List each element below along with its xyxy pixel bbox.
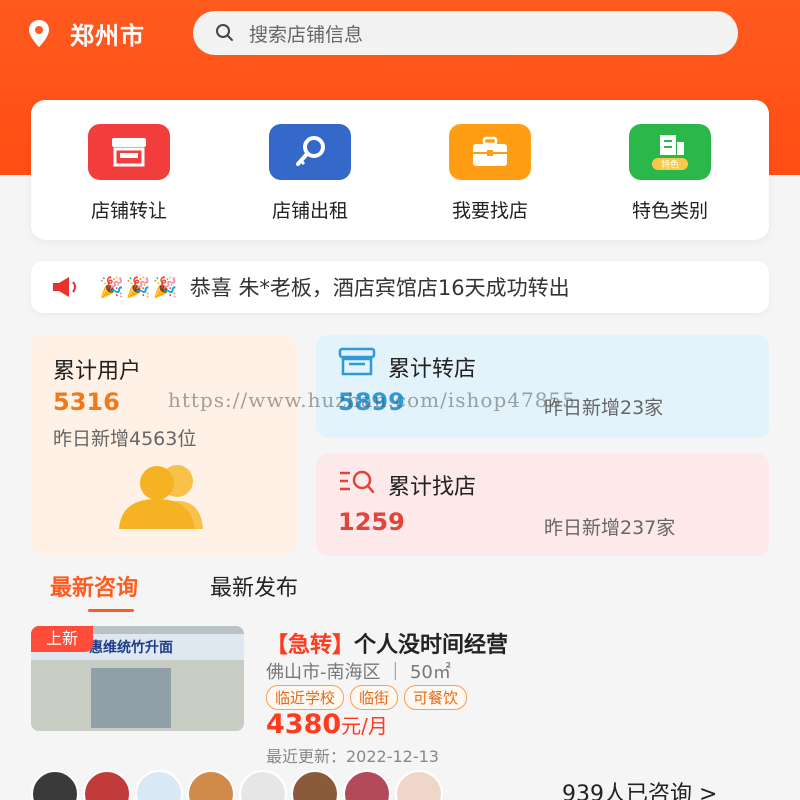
avatar (31, 770, 79, 800)
avatar (187, 770, 235, 800)
location-pin-icon (29, 19, 49, 47)
avatar (343, 770, 391, 800)
feed-tabs: 最新咨询 最新发布 (0, 566, 800, 616)
top-bar: 郑州市 搜索店铺信息 (0, 0, 800, 70)
menu-special-category[interactable]: 特色 特色类别 (580, 100, 760, 240)
store-outline-icon (338, 347, 376, 376)
listing-location: 佛山市-南海区 ｜ 50㎡ (266, 662, 451, 683)
menu-label: 店铺转让 (90, 200, 167, 222)
menu-find-store[interactable]: 我要找店 (400, 100, 580, 240)
briefcase-icon (449, 124, 531, 180)
stat-sub: 昨日新增237家 (544, 517, 676, 539)
avatar (83, 770, 131, 800)
consultant-avatars (31, 770, 447, 800)
avatar (135, 770, 183, 800)
tab-latest-posts[interactable]: 最新发布 (210, 570, 298, 602)
building-icon: 特色 (629, 124, 711, 180)
avatar (239, 770, 287, 800)
party-popper-icon: 🎉🎉🎉 (99, 275, 180, 299)
listing-title: 【急转】个人没时间经营 (266, 627, 508, 659)
search-icon (216, 24, 233, 41)
price-value: 4380 (266, 709, 342, 740)
menu-store-rent[interactable]: 店铺出租 (220, 100, 400, 240)
tag-chip: 临街 (350, 685, 399, 710)
search-list-icon (340, 470, 375, 494)
consult-count-link[interactable]: 939人已咨询 > (562, 776, 717, 800)
city-name: 郑州市 (70, 22, 145, 50)
search-placeholder: 搜索店铺信息 (249, 23, 364, 46)
store-icon (88, 124, 170, 180)
menu-label: 特色类别 (631, 200, 708, 222)
stat-title: 累计用户 (53, 359, 142, 384)
tab-latest-inquiry[interactable]: 最新咨询 (50, 570, 138, 612)
announcement-text: 恭喜 朱*老板，酒店宾馆店16天成功转出 (189, 276, 570, 300)
key-icon (269, 124, 351, 180)
new-badge: 上新 (31, 626, 93, 652)
urgent-tag: 【急转】 (266, 633, 355, 658)
menu-store-transfer[interactable]: 店铺转让 (39, 100, 219, 240)
stat-total-transfer[interactable]: 累计转店 5899 昨日新增23家 (316, 335, 769, 438)
watermark: https://www.huzhan.com/ishop47855 (168, 388, 576, 412)
stat-title: 累计找店 (388, 475, 477, 500)
avatar (291, 770, 339, 800)
price-unit: 元/月 (341, 714, 388, 738)
stat-title: 累计转店 (388, 357, 477, 382)
listing-title-text: 个人没时间经营 (354, 633, 509, 658)
listing-updated: 最近更新：2022-12-13 (266, 747, 439, 766)
search-input[interactable]: 搜索店铺信息 (193, 11, 738, 55)
stat-value: 5316 (53, 388, 120, 416)
special-badge-text: 特色 (661, 159, 679, 171)
stat-sub: 昨日新增4563位 (53, 428, 197, 450)
tag-chip: 可餐饮 (404, 685, 468, 710)
menu-label: 店铺出租 (271, 200, 348, 222)
listing-card[interactable]: 惠维统竹升面 上新 【急转】个人没时间经营 佛山市-南海区 ｜ 50㎡ 临近学校… (0, 620, 800, 770)
stat-total-users[interactable]: 累计用户 5316 昨日新增4563位 (31, 335, 297, 555)
stat-value: 1259 (338, 508, 405, 536)
menu-label: 我要找店 (451, 200, 528, 222)
quick-menu: 店铺转让 店铺出租 我要找店 特色 特色类别 (31, 100, 769, 240)
avatar (395, 770, 443, 800)
tag-chip: 临近学校 (266, 685, 345, 710)
megaphone-icon (53, 277, 76, 297)
users-icon (119, 465, 203, 529)
city-selector[interactable]: 郑州市 (26, 16, 145, 51)
listing-tags: 临近学校 临街 可餐饮 (266, 685, 473, 710)
listing-price: 4380元/月 (266, 709, 388, 740)
announcement-bar[interactable]: 🎉🎉🎉 恭喜 朱*老板，酒店宾馆店16天成功转出 (31, 261, 769, 313)
stat-total-find[interactable]: 累计找店 1259 昨日新增237家 (316, 453, 769, 556)
